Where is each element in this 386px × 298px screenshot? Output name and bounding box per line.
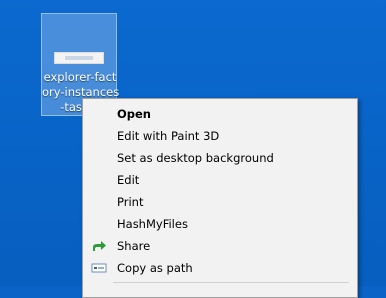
menu-item-label: Edit with Paint 3D [117, 129, 220, 143]
menu-item-set-as-desktop-background[interactable]: Set as desktop background [85, 147, 355, 169]
menu-item-label: Open [117, 107, 151, 121]
menu-item-open[interactable]: Open [85, 103, 355, 125]
menu-item-label: HashMyFiles [117, 217, 188, 231]
menu-item-edit-with-paint-3d[interactable]: Edit with Paint 3D [85, 125, 355, 147]
context-menu: Open Edit with Paint 3D Set as desktop b… [82, 98, 358, 298]
menu-item-copy-as-path[interactable]: Copy as path [85, 257, 355, 279]
menu-item-hashmyfiles[interactable]: HashMyFiles [85, 213, 355, 235]
menu-item-edit[interactable]: Edit [85, 169, 355, 191]
menu-item-label: Share [117, 239, 151, 253]
menu-separator [113, 282, 349, 283]
menu-item-label: Print [117, 195, 144, 209]
menu-item-share[interactable]: Share [85, 235, 355, 257]
image-thumbnail-icon [54, 52, 104, 64]
menu-item-label: Edit [117, 173, 140, 187]
menu-item-label: Copy as path [117, 261, 193, 275]
share-icon [91, 238, 107, 254]
menu-item-label: Set as desktop background [117, 151, 274, 165]
menu-item-print[interactable]: Print [85, 191, 355, 213]
copy-path-icon [91, 260, 107, 276]
